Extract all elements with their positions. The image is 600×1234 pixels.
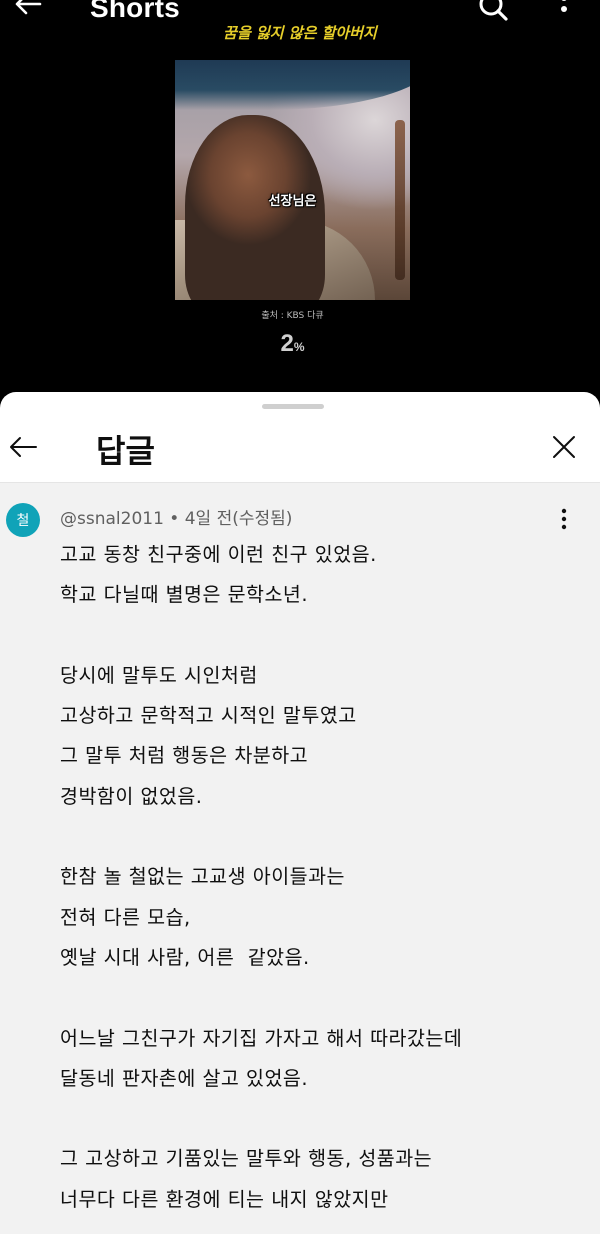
comment-line: 학교 다닐때 별명은 문학소년. [60,583,309,607]
replies-sheet: 답글 철 @ssnal2011 • 4일 전(수정됨) 고교 동창 친구중에 이… [0,392,600,1234]
comment-line: 고교 동창 친구중에 이런 친구 있었음. [60,543,377,566]
comment-meta: @ssnal2011 • 4일 전(수정됨) [60,509,293,529]
comment-line [60,978,580,1018]
comment-line: 그 말투 처럼 행동은 차분하고 [60,744,309,768]
comment-line: 옛날 시대 사람, 어른 같았음. [60,945,310,969]
video-source-credit: 출처 : KBS 다큐 [261,311,324,321]
comment-line: 한참 놀 철없는 고교생 아이들과는 [60,865,345,889]
comment-text: 고교 동창 친구중에 이런 친구 있었음. 학교 다닐때 별명은 문학소년. 당시에… [60,535,580,1220]
comment-line: 너무다 다른 환경에 티는 내지 않았지만 [60,1187,389,1211]
comment-line: 달동네 판자촌에 살고 있었음. [60,1066,309,1090]
comment-line: 고상하고 문학적고 시적인 말투였고 [60,704,357,728]
comment-line: 당시에 말투도 시인처럼 [60,663,258,687]
comment-line [60,616,580,656]
video-player[interactable]: 선장님은 [175,60,410,300]
comment-line [60,1099,580,1139]
comment-line: 전혀 다른 모습, [60,905,191,929]
close-icon[interactable] [548,432,580,464]
video-scene-umbrella [175,60,410,110]
comment-line: 그 고상하고 기품있는 말투와 행동, 성품과는 [60,1147,433,1171]
shorts-title: Shorts [90,0,180,23]
more-vert-icon[interactable] [552,505,576,535]
comment-line: 경박함이 없었음. [60,784,203,808]
comment-line: 어느날 그친구가 자기집 가자고 해서 따라갔는데 [60,1026,463,1050]
video-title: 꿈을 잃지 않은 할아버지 [223,24,377,42]
progress-percent: 2% [0,330,585,358]
comment-thread: 철 @ssnal2011 • 4일 전(수정됨) 고교 동창 친구중에 이런 친… [0,483,600,1234]
sheet-drag-handle[interactable] [262,404,324,409]
back-arrow-icon[interactable] [8,432,40,464]
avatar-letter: 철 [16,513,30,529]
comment-line [60,817,580,857]
avatar[interactable]: 철 [6,503,40,537]
progress-symbol: % [293,340,305,354]
video-subtitle: 선장님은 [268,194,317,209]
progress-value: 2 [280,330,294,357]
sheet-title: 답글 [96,432,155,470]
